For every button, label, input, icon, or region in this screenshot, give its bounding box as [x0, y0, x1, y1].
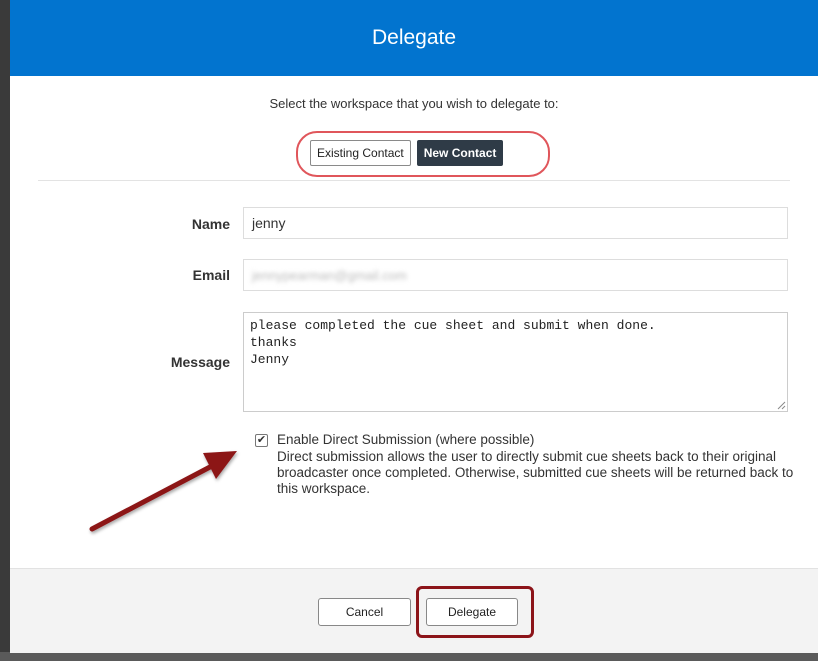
dialog-title: Delegate: [371, 26, 457, 49]
email-label: Email: [192, 267, 230, 283]
checkmark-icon: ✔: [256, 434, 267, 446]
existing-contact-button[interactable]: Existing Contact: [310, 140, 411, 166]
name-label: Name: [191, 216, 230, 232]
email-value: jennypearman@gmail.com: [252, 267, 407, 283]
new-contact-button[interactable]: New Contact: [416, 140, 504, 166]
delegate-button[interactable]: Delegate: [426, 598, 518, 626]
dialog-header: Delegate: [10, 0, 818, 76]
cancel-button[interactable]: Cancel: [318, 598, 411, 626]
contact-type-toggle: Existing Contact New Contact: [310, 140, 504, 166]
direct-submission-checkbox[interactable]: ✔: [255, 434, 268, 447]
backdrop-bottom: [0, 652, 818, 661]
backdrop-left: [0, 0, 10, 661]
name-input[interactable]: jenny: [243, 207, 788, 239]
direct-submission-label: Enable Direct Submission (where possible…: [277, 432, 535, 447]
workspace-prompt: Select the workspace that you wish to de…: [269, 96, 559, 111]
dialog-footer: [10, 568, 818, 653]
message-textarea[interactable]: please completed the cue sheet and submi…: [243, 312, 788, 412]
resize-handle-icon[interactable]: [776, 400, 786, 410]
delegate-dialog: Delegate Select the workspace that you w…: [10, 0, 818, 653]
name-value: jenny: [252, 215, 286, 231]
message-label: Message: [170, 354, 230, 370]
direct-submission-description: Direct submission allows the user to dir…: [277, 449, 794, 496]
email-input[interactable]: jennypearman@gmail.com: [243, 259, 788, 291]
divider: [38, 180, 790, 181]
